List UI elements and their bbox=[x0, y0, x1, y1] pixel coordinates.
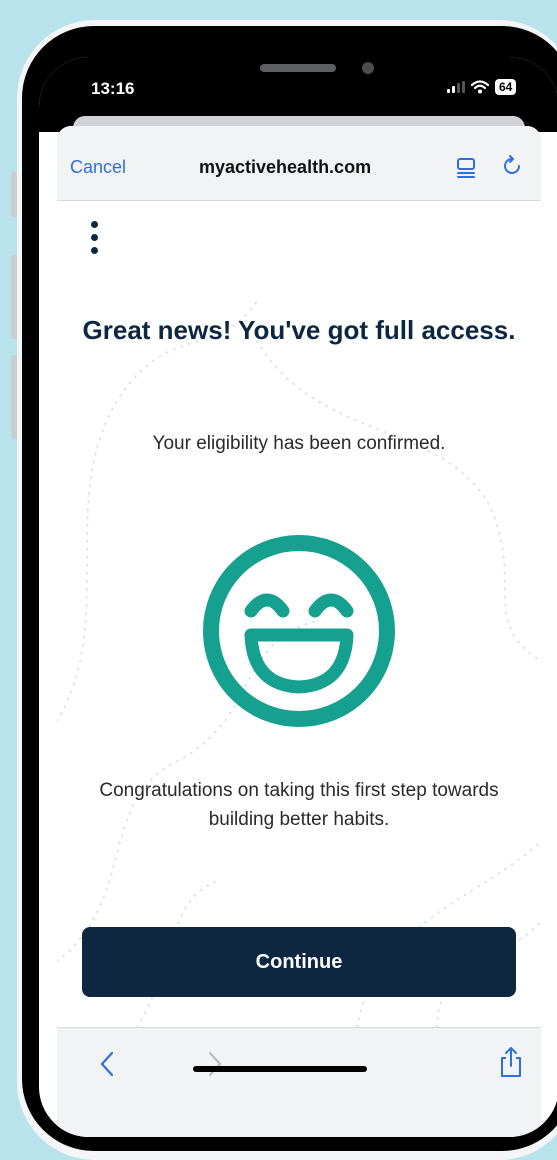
eligibility-message: Your eligibility has been confirmed. bbox=[152, 433, 446, 454]
status-icons: 64 bbox=[447, 79, 517, 95]
wifi-icon bbox=[471, 80, 489, 94]
browser-toolbar bbox=[57, 1027, 541, 1137]
signal-icon bbox=[447, 81, 465, 93]
kebab-menu-icon[interactable] bbox=[87, 221, 101, 259]
cancel-button[interactable]: Cancel bbox=[70, 157, 126, 178]
status-time: 13:16 bbox=[91, 79, 135, 98]
reader-mode-icon[interactable] bbox=[455, 157, 479, 179]
battery-icon: 64 bbox=[495, 79, 517, 95]
page-title: Great news! You've got full access. bbox=[82, 315, 516, 345]
domain-label: myactivehealth.com bbox=[199, 157, 372, 177]
browser-sheet: Cancel myactivehealth.com Great news! Yo… bbox=[57, 126, 541, 1137]
page-content: Great news! You've got full access. Your… bbox=[57, 201, 541, 1027]
browser-header: Cancel myactivehealth.com bbox=[57, 126, 541, 201]
notch bbox=[162, 57, 444, 95]
congratulations-message: Congratulations on taking this first ste… bbox=[99, 780, 499, 830]
front-camera bbox=[362, 62, 374, 74]
forward-icon[interactable] bbox=[207, 1051, 223, 1077]
grinning-smiley-icon bbox=[203, 535, 395, 727]
phone-screen: 13:16 64 Cancel myactivehealth.com Great… bbox=[39, 57, 557, 1137]
back-icon[interactable] bbox=[99, 1051, 115, 1077]
reload-icon[interactable] bbox=[501, 154, 525, 178]
speaker-grille bbox=[260, 64, 336, 72]
share-icon[interactable] bbox=[499, 1046, 523, 1078]
continue-button[interactable]: Continue bbox=[82, 927, 516, 997]
home-indicator[interactable] bbox=[193, 1066, 367, 1072]
